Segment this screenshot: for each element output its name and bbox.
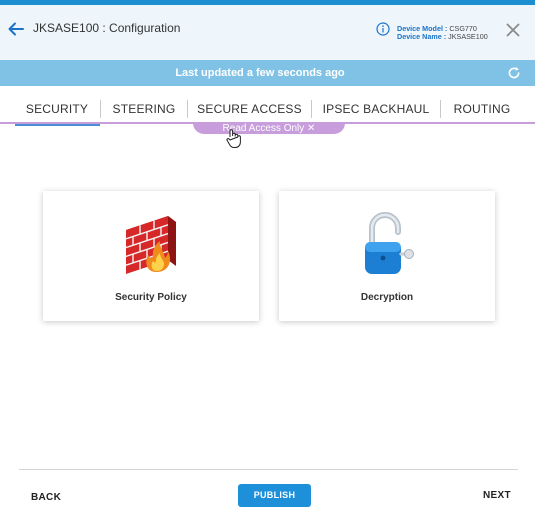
- info-icon[interactable]: [376, 22, 390, 36]
- back-button[interactable]: BACK: [31, 492, 61, 503]
- back-arrow-icon[interactable]: [7, 20, 25, 38]
- tab-bar: SECURITY STEERING SECURE ACCESS IPSEC BA…: [0, 96, 535, 122]
- security-policy-label: Security Policy: [115, 292, 187, 303]
- publish-button[interactable]: PUBLISH: [238, 484, 311, 507]
- header: JKSASE100 : Configuration Device Model :…: [0, 5, 535, 60]
- firewall-icon: [125, 216, 176, 274]
- app-window: JKSASE100 : Configuration Device Model :…: [0, 0, 535, 518]
- padlock-icon: [365, 212, 414, 274]
- hand-cursor-icon: [226, 129, 241, 148]
- decryption-card[interactable]: Decryption: [279, 191, 495, 321]
- device-name-label: Device Name: [397, 32, 442, 41]
- device-info: Device Model : CSG770 Device Name : JKSA…: [397, 24, 488, 41]
- read-access-badge: Read Access Only ✕: [193, 123, 345, 134]
- security-policy-card[interactable]: Security Policy: [43, 191, 259, 321]
- next-button[interactable]: NEXT: [483, 490, 511, 501]
- tab-routing[interactable]: ROUTING: [447, 96, 517, 122]
- footer-divider: [19, 469, 518, 470]
- active-tab-indicator: [15, 124, 100, 126]
- device-name-value: JKSASE100: [448, 32, 488, 41]
- tab-divider: [311, 100, 312, 118]
- tab-divider: [100, 100, 101, 118]
- tab-steering[interactable]: STEERING: [104, 96, 184, 122]
- status-bar: Last updated a few seconds ago: [0, 60, 535, 86]
- tab-ipsec-backhaul[interactable]: IPSEC BACKHAUL: [316, 96, 436, 122]
- tab-secure-access[interactable]: SECURE ACCESS: [192, 96, 307, 122]
- page-title: JKSASE100 : Configuration: [33, 21, 181, 35]
- tab-divider: [187, 100, 188, 118]
- last-updated-text: Last updated a few seconds ago: [175, 67, 345, 79]
- pin-icon: ✕: [307, 123, 316, 134]
- tab-security[interactable]: SECURITY: [17, 96, 97, 122]
- refresh-icon[interactable]: [507, 66, 521, 80]
- decryption-label: Decryption: [360, 292, 414, 303]
- close-icon[interactable]: [505, 22, 521, 38]
- tab-divider: [440, 100, 441, 118]
